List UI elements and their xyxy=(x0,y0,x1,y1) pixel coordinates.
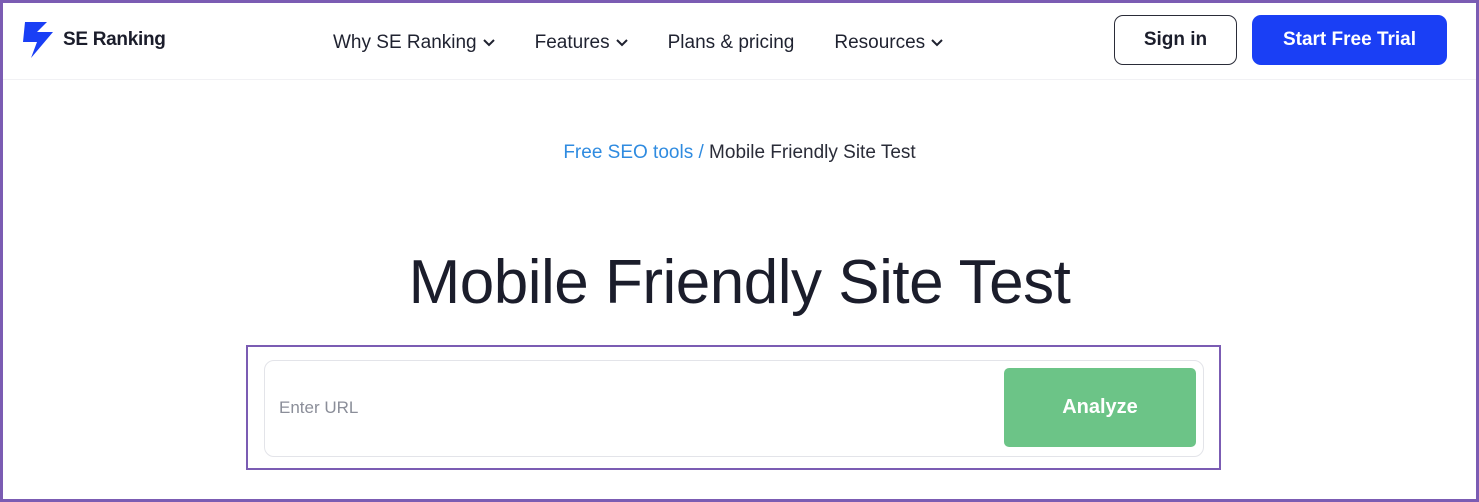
nav-plans-pricing[interactable]: Plans & pricing xyxy=(668,32,795,54)
breadcrumb-current: Mobile Friendly Site Test xyxy=(709,142,916,163)
breadcrumb-separator: / xyxy=(693,142,710,163)
chevron-down-icon xyxy=(931,39,943,47)
sign-in-button[interactable]: Sign in xyxy=(1114,15,1237,65)
logo-text: SE Ranking xyxy=(63,29,166,50)
lightning-bolt-logo-icon xyxy=(23,22,53,58)
chevron-down-icon xyxy=(482,39,495,47)
site-header: SE Ranking Why SE Ranking Features Plans… xyxy=(3,3,1476,80)
nav-label: Features xyxy=(534,32,610,53)
breadcrumb: Free SEO tools / Mobile Friendly Site Te… xyxy=(0,142,1479,164)
nav-label: Why SE Ranking xyxy=(333,32,477,53)
page-title: Mobile Friendly Site Test xyxy=(408,248,1071,317)
logo[interactable]: SE Ranking xyxy=(23,22,166,58)
nav-features[interactable]: Features xyxy=(535,32,628,54)
main-nav: Why SE Ranking Features Plans & pricing … xyxy=(333,29,943,57)
nav-label: Plans & pricing xyxy=(667,32,795,53)
url-search-form: Analyze xyxy=(264,360,1204,457)
nav-why-se-ranking[interactable]: Why SE Ranking xyxy=(333,32,495,54)
analyze-button[interactable]: Analyze xyxy=(1004,368,1196,447)
url-input[interactable] xyxy=(279,369,999,447)
chevron-down-icon xyxy=(615,39,628,47)
start-free-trial-button[interactable]: Start Free Trial xyxy=(1252,15,1447,65)
breadcrumb-link-free-seo-tools[interactable]: Free SEO tools xyxy=(563,142,693,163)
nav-resources[interactable]: Resources xyxy=(834,32,943,54)
nav-label: Resources xyxy=(834,32,926,53)
